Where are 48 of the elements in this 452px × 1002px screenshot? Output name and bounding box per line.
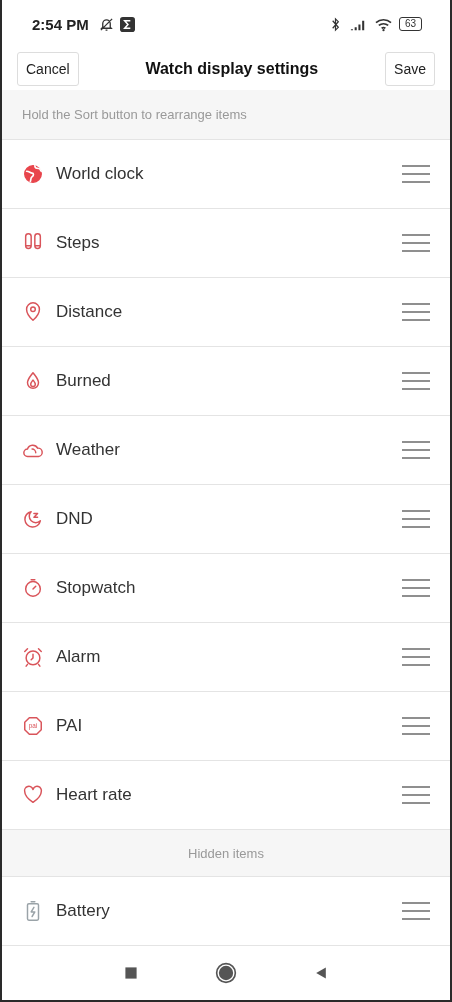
sigma-app-icon [119,16,135,32]
list-item[interactable]: Distance [2,278,450,347]
item-label: World clock [56,164,145,184]
item-label: Stopwatch [56,578,137,598]
item-label: Steps [56,233,101,253]
status-time: 2:54 PM [32,15,89,33]
save-button[interactable]: Save [385,52,435,86]
muted-bell-icon [98,16,114,32]
sort-handle-icon[interactable] [402,901,430,921]
wifi-icon [373,16,393,32]
sort-handle-icon[interactable] [402,233,430,253]
sort-handle-icon[interactable] [402,785,430,805]
sort-handle-icon[interactable] [402,716,430,736]
list-item[interactable]: Stopwatch [2,554,450,623]
item-label: Alarm [56,647,102,667]
sort-handle-icon[interactable] [402,440,430,460]
sort-handle-icon[interactable] [402,578,430,598]
list-item[interactable]: World clock [2,140,450,209]
item-label: Weather [56,440,121,460]
list-item[interactable]: Alarm [2,623,450,692]
stopwatch-icon [22,577,44,599]
sort-handle-icon[interactable] [402,302,430,322]
sort-handle-icon[interactable] [402,509,430,529]
alarm-clock-icon [22,646,44,668]
hint-bar: Hold the Sort button to rearrange items [2,90,450,140]
sort-handle-icon[interactable] [402,371,430,391]
list-item[interactable]: DND [2,485,450,554]
item-label: Battery [56,901,111,921]
list-item[interactable]: Battery [2,877,450,946]
sort-handle-icon[interactable] [402,164,430,184]
list-item[interactable]: Weather [2,416,450,485]
item-label: PAI [56,716,84,736]
section-header: Hidden items [2,830,450,877]
heart-icon [22,784,44,806]
sort-handle-icon[interactable] [402,647,430,667]
battery-indicator: 63 [398,17,422,31]
moon-icon [22,508,44,530]
item-label: Distance [56,302,124,322]
item-label: Heart rate [56,785,133,805]
list-item[interactable]: Burned [2,347,450,416]
home-icon[interactable] [215,962,237,984]
list-item[interactable]: Steps [2,209,450,278]
item-label: DND [56,509,94,529]
cancel-button[interactable]: Cancel [17,52,79,86]
page-title: Watch display settings [145,60,319,78]
recents-icon[interactable] [123,965,139,981]
globe-icon [22,163,44,185]
item-label: Burned [56,371,112,391]
